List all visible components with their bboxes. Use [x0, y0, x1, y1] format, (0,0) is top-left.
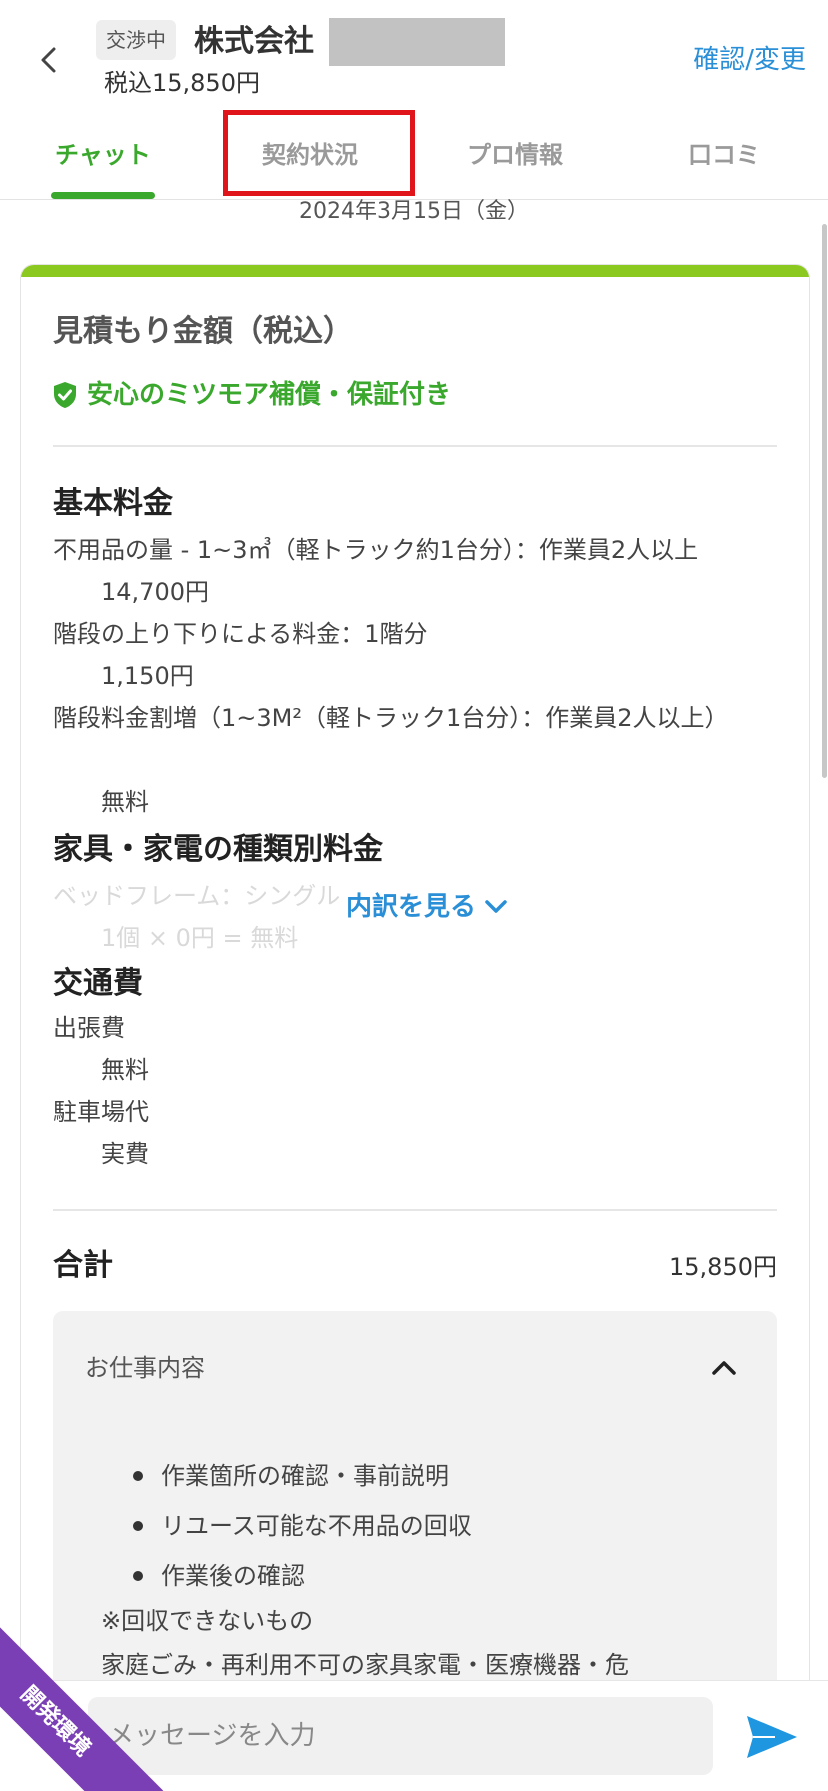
list-item: 作業箇所の確認・事前説明: [133, 1451, 472, 1501]
line-price: 無料: [101, 788, 149, 816]
guarantee-text: 安心のミツモア補償・保証付き: [87, 380, 452, 410]
divider: [53, 445, 777, 447]
note-text: 家庭ごみ・再利用不可の家具家電・医療機器・危: [101, 1651, 629, 1679]
line-price: 無料: [101, 1056, 149, 1084]
work-content-panel: お仕事内容 作業箇所の確認・事前説明 リユース可能な不用品の回収 作業後の確認 …: [53, 1311, 777, 1723]
section-title-transport: 交通費: [53, 966, 143, 1001]
line-price: 14,700円: [101, 578, 209, 606]
divider: [53, 1209, 777, 1211]
tab-reviews[interactable]: 口コミ: [688, 138, 760, 172]
message-input[interactable]: [88, 1697, 713, 1775]
redacted-company-name: [329, 18, 505, 66]
highlight-annotation: [223, 110, 415, 196]
section-title-basic: 基本料金: [53, 486, 173, 521]
card-accent-bar: [21, 265, 809, 277]
section-title-furniture: 家具・家電の種類別料金: [53, 832, 383, 867]
back-button[interactable]: [32, 40, 64, 80]
tab-pro-info[interactable]: プロ情報: [467, 138, 563, 172]
line-item: 出張費: [53, 1014, 125, 1042]
view-breakdown-link[interactable]: 内訳を見る: [346, 889, 508, 925]
line-price: 1,150円: [101, 662, 194, 690]
chevron-up-icon: [712, 1361, 736, 1375]
company-name: 株式会社: [194, 24, 314, 59]
guarantee-label: 安心のミツモア補償・保証付き: [53, 377, 451, 413]
status-badge: 交渉中: [96, 20, 176, 60]
quote-title: 見積もり金額（税込）: [53, 314, 353, 349]
confirm-change-link[interactable]: 確認/変更: [693, 42, 806, 78]
line-item: 不用品の量 - 1~3㎥（軽トラック約1台分）：作業員2人以上: [53, 536, 699, 564]
work-content-title: お仕事内容: [85, 1354, 205, 1382]
total-value: 15,850円: [669, 1253, 777, 1281]
chevron-down-icon: [485, 900, 507, 913]
header: 交渉中 株式会社 税込15,850円 確認/変更: [0, 0, 828, 112]
shield-check-icon: [54, 382, 76, 408]
list-item: 作業後の確認: [133, 1551, 472, 1601]
chevron-left-icon: [41, 47, 56, 73]
quote-card: 見積もり金額（税込） 安心のミツモア補償・保証付き 基本料金 不用品の量 - 1…: [20, 264, 810, 1724]
line-item: 階段の上り下りによる料金：1階分: [53, 620, 428, 648]
work-item-list: 作業箇所の確認・事前説明 リユース可能な不用品の回収 作業後の確認: [133, 1451, 472, 1601]
list-item: リユース可能な不用品の回収: [133, 1501, 472, 1551]
note-title: ※回収できないもの: [101, 1607, 314, 1635]
date-separator: 2024年3月15日（金）: [299, 199, 529, 224]
line-item: 階段料金割増（1~3M²（軽トラック1台分）：作業員2人以上）: [53, 704, 729, 732]
total-label: 合計: [53, 1248, 113, 1283]
line-item: 駐車場代: [53, 1098, 149, 1126]
send-icon: [747, 1716, 797, 1758]
line-price: 実費: [101, 1140, 149, 1168]
view-breakdown-label: 内訳を見る: [346, 892, 477, 922]
scrollbar[interactable]: [822, 224, 827, 778]
tab-chat[interactable]: チャット: [55, 138, 151, 172]
collapse-toggle[interactable]: [707, 1351, 741, 1385]
header-price: 税込15,850円: [104, 69, 260, 97]
send-button[interactable]: [744, 1709, 800, 1765]
line-price: 1個 × 0円 = 無料: [101, 924, 299, 952]
